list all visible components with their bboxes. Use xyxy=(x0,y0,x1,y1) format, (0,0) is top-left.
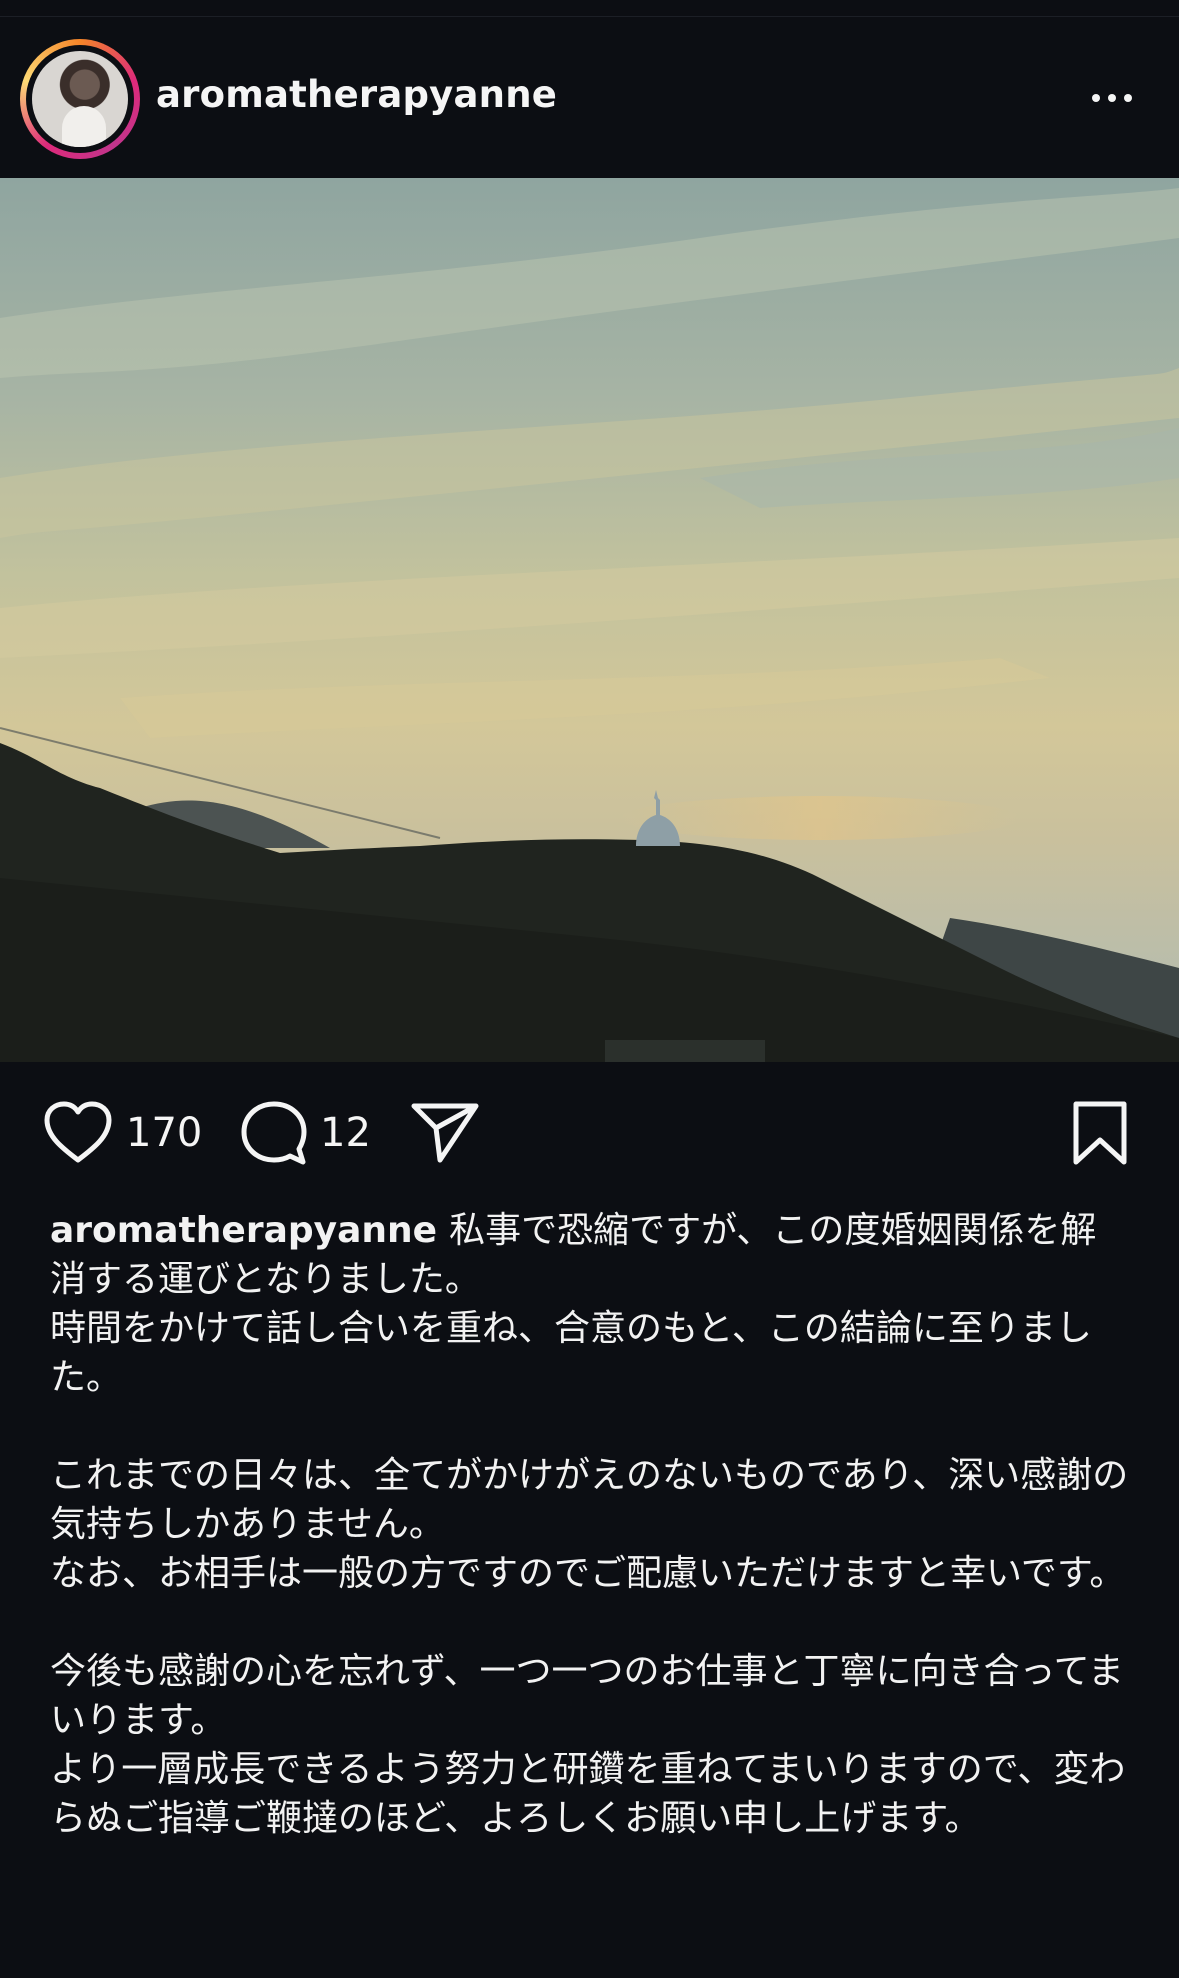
caption-line: aromatherapyanne 私事で恐縮ですが、この度婚姻関係を解消する運びと… xyxy=(50,1206,1130,1304)
comment-button[interactable]: 12 xyxy=(240,1100,371,1166)
caption-username[interactable]: aromatherapyanne xyxy=(50,1210,437,1251)
bookmark-icon[interactable] xyxy=(1070,1100,1130,1166)
caption-line: 今後も感謝の心を忘れず、一つ一つのお仕事と丁寧に向き合ってまいります。 xyxy=(50,1651,1124,1741)
caption-line: なお、お相手は一般の方ですのでご配慮いただけますと幸いです。 xyxy=(50,1553,1126,1594)
status-divider xyxy=(0,0,1179,17)
post-username[interactable]: aromatherapyanne xyxy=(156,73,557,116)
post-actions: 170 12 xyxy=(0,1100,1179,1170)
share-button[interactable] xyxy=(410,1100,480,1164)
caption-line: 時間をかけて話し合いを重ね、合意のもと、この結論に至りました。 xyxy=(50,1308,1092,1398)
caption-line: これまでの日々は、全てがかけがえのないものであり、深い感謝の気持ちしかありません… xyxy=(50,1455,1129,1545)
comment-bubble-icon[interactable] xyxy=(240,1100,308,1166)
avatar[interactable] xyxy=(32,51,128,147)
paper-plane-icon[interactable] xyxy=(410,1100,480,1164)
story-ring[interactable] xyxy=(20,39,140,159)
like-button[interactable]: 170 xyxy=(42,1100,202,1166)
post-caption: aromatherapyanne 私事で恐縮ですが、この度婚姻関係を解消する運びと… xyxy=(50,1206,1130,1843)
likes-count[interactable]: 170 xyxy=(126,1110,202,1156)
post-photo[interactable] xyxy=(0,178,1179,1062)
post-header: aromatherapyanne xyxy=(0,17,1179,177)
heart-icon[interactable] xyxy=(42,1100,114,1166)
save-button[interactable] xyxy=(1070,1100,1130,1166)
caption-line: より一層成長できるよう努力と研鑽を重ねてまいりますので、変わらぬご指導ご鞭撻のほ… xyxy=(50,1749,1126,1839)
comments-count[interactable]: 12 xyxy=(320,1110,371,1156)
more-options-icon[interactable] xyxy=(1082,83,1142,113)
